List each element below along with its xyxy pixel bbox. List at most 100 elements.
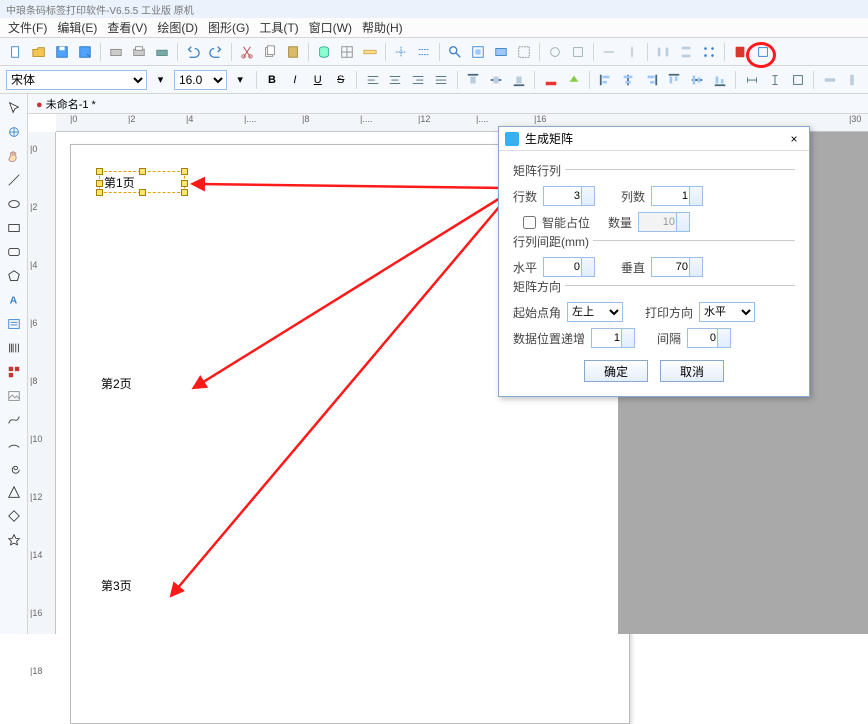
print-preview-icon[interactable] [106,42,126,62]
move-icon[interactable] [4,122,24,142]
selectall-icon[interactable] [514,42,534,62]
guides2-icon[interactable] [414,42,434,62]
color-icon[interactable] [541,70,560,90]
spiral-tool-icon[interactable] [4,458,24,478]
matrix-icon[interactable] [699,42,719,62]
richtext-tool-icon[interactable] [4,314,24,334]
horiz-spinner[interactable]: 0 [543,257,595,277]
offset-spinner[interactable]: 1 [591,328,635,348]
sameh-icon[interactable] [765,70,784,90]
image-tool-icon[interactable] [4,386,24,406]
arc-tool-icon[interactable] [4,434,24,454]
gap-spinner[interactable]: 0 [687,328,731,348]
hand-icon[interactable] [4,146,24,166]
obj-alignL-icon[interactable] [596,70,615,90]
pointer-icon[interactable] [4,98,24,118]
triangle-tool-icon[interactable] [4,482,24,502]
line-tool-icon[interactable] [4,170,24,190]
redo-icon[interactable] [206,42,226,62]
cols-spinner[interactable]: 1 [651,186,703,206]
font-family-select[interactable]: 宋体 [6,70,147,90]
strike-icon[interactable]: S [331,70,350,90]
roundrect-tool-icon[interactable] [4,242,24,262]
underline-icon[interactable]: U [308,70,327,90]
undo-icon[interactable] [183,42,203,62]
menu-view[interactable]: 查看(V) [103,17,151,38]
start-select[interactable]: 左上 [567,302,623,322]
fmt-end2-icon[interactable] [843,70,862,90]
obj2-text[interactable]: 第2页 [101,375,132,392]
obj-alignT-icon[interactable] [665,70,684,90]
pdf-icon[interactable] [730,42,750,62]
alignJ-icon[interactable] [432,70,451,90]
text-tool-icon[interactable]: A [4,290,24,310]
samesize-icon[interactable] [788,70,807,90]
printdir-select[interactable]: 水平 [699,302,755,322]
save-icon[interactable] [52,42,72,62]
valignT-icon[interactable] [464,70,483,90]
selected-object[interactable]: 第1页 [99,171,185,193]
obj-alignM-icon[interactable] [688,70,707,90]
star-tool-icon[interactable] [4,530,24,550]
menu-file[interactable]: 文件(F) [4,17,51,38]
open-icon[interactable] [29,42,49,62]
dialog-close-button[interactable]: × [785,132,803,146]
barcode-tool-icon[interactable] [4,338,24,358]
copy-icon[interactable] [260,42,280,62]
fit-icon[interactable] [468,42,488,62]
fitwidth-icon[interactable] [491,42,511,62]
paste-icon[interactable] [283,42,303,62]
ellipse-tool-icon[interactable] [4,194,24,214]
menu-shape[interactable]: 图形(G) [204,17,253,38]
menu-draw[interactable]: 绘图(D) [153,17,202,38]
valignM-icon[interactable] [487,70,506,90]
grid-icon[interactable] [337,42,357,62]
xtool2-icon[interactable] [568,42,588,62]
more-icon[interactable] [753,42,773,62]
ok-button[interactable]: 确定 [584,360,648,382]
font-size-select[interactable]: 16.0 [174,70,227,90]
rect-tool-icon[interactable] [4,218,24,238]
xtool1-icon[interactable] [545,42,565,62]
diamond-tool-icon[interactable] [4,506,24,526]
menu-window[interactable]: 窗口(W) [305,17,356,38]
dist1-icon[interactable] [653,42,673,62]
font-bigger-icon[interactable]: ▾ [151,70,170,90]
print-icon[interactable] [129,42,149,62]
polygon-tool-icon[interactable] [4,266,24,286]
obj-alignB-icon[interactable] [711,70,730,90]
saveas-icon[interactable] [75,42,95,62]
font-smaller-icon[interactable]: ▾ [231,70,250,90]
printer-icon[interactable] [152,42,172,62]
bold-icon[interactable]: B [263,70,282,90]
zoom-icon[interactable] [445,42,465,62]
vert-spinner[interactable]: 70 [651,257,703,277]
fmt-end1-icon[interactable] [820,70,839,90]
fill-icon[interactable] [564,70,583,90]
align2-icon[interactable] [622,42,642,62]
cancel-button[interactable]: 取消 [660,360,724,382]
document-tab[interactable]: ● 未命名-1 * [28,94,868,114]
qrcode-tool-icon[interactable] [4,362,24,382]
menu-help[interactable]: 帮助(H) [358,17,407,38]
curve-tool-icon[interactable] [4,410,24,430]
new-icon[interactable] [6,42,26,62]
cut-icon[interactable] [237,42,257,62]
obj3-text[interactable]: 第3页 [101,577,132,594]
smart-checkbox[interactable] [523,216,536,229]
alignL-icon[interactable] [363,70,382,90]
alignC-icon[interactable] [386,70,405,90]
dist2-icon[interactable] [676,42,696,62]
align1-icon[interactable] [599,42,619,62]
obj-alignR-icon[interactable] [642,70,661,90]
rows-spinner[interactable]: 3 [543,186,595,206]
alignR-icon[interactable] [409,70,428,90]
database-icon[interactable] [314,42,334,62]
guides-icon[interactable] [391,42,411,62]
samew-icon[interactable] [742,70,761,90]
valignB-icon[interactable] [509,70,528,90]
obj-alignC-icon[interactable] [619,70,638,90]
ruler-icon[interactable] [360,42,380,62]
italic-icon[interactable]: I [285,70,304,90]
menu-tools[interactable]: 工具(T) [255,17,302,38]
